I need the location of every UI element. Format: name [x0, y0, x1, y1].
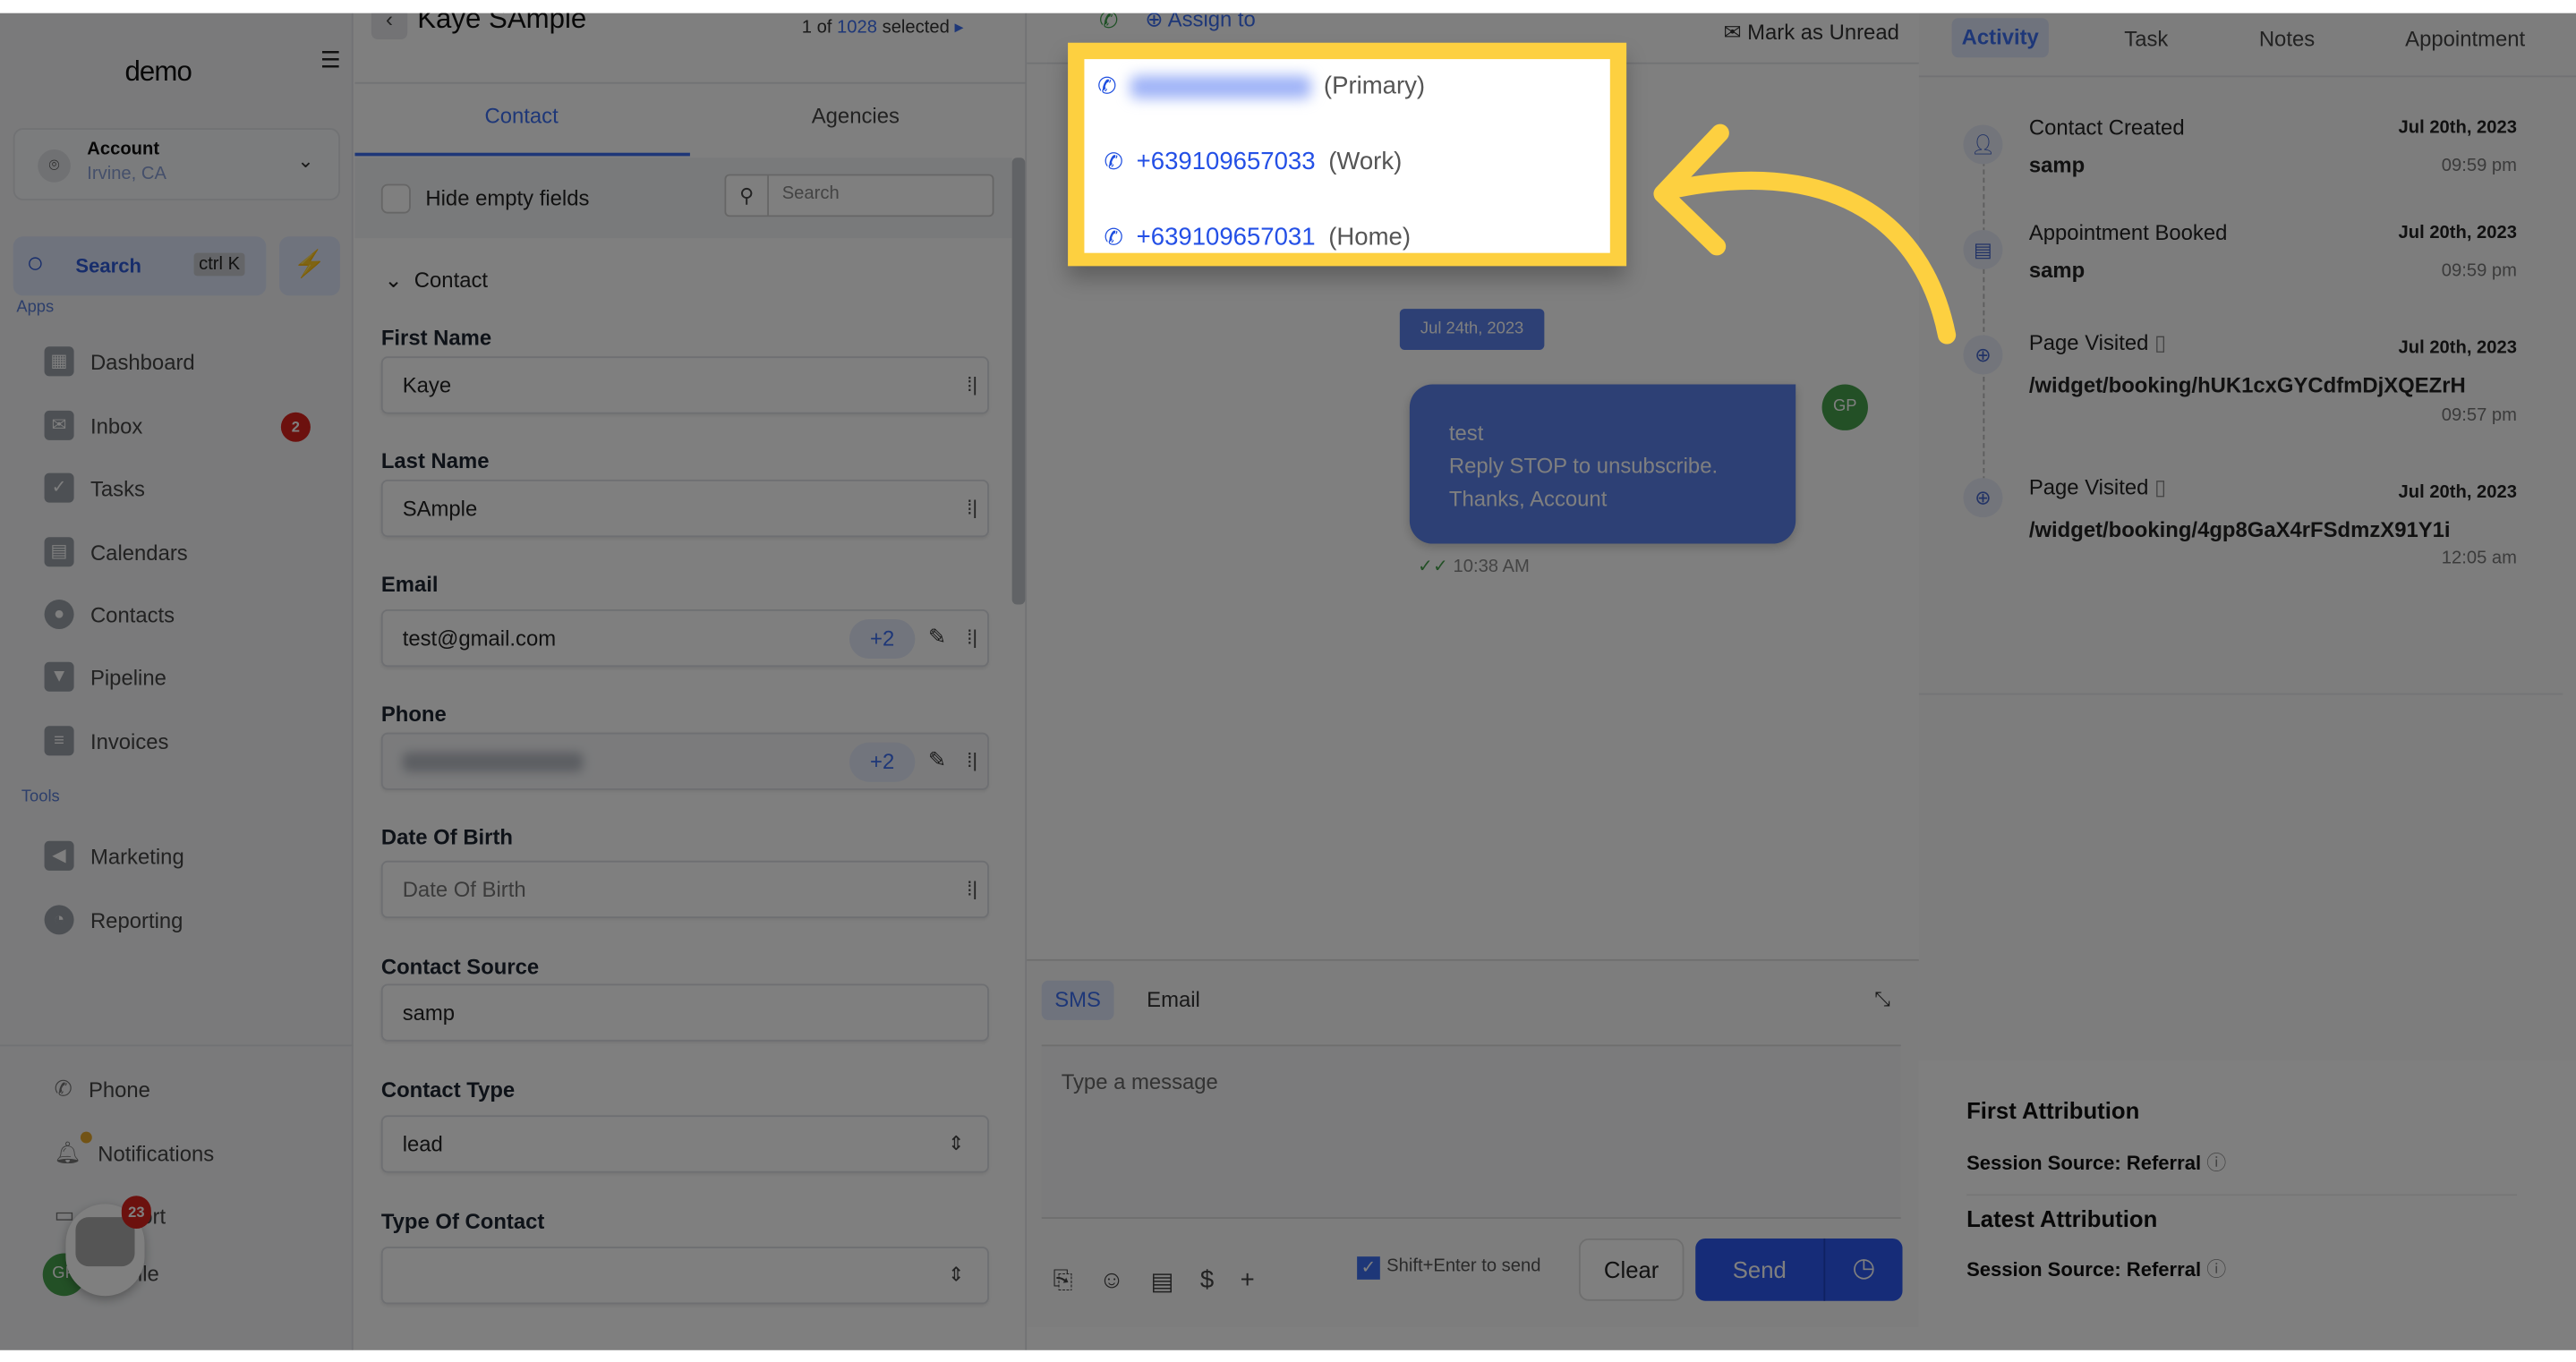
arrow-curve — [1658, 171, 1957, 345]
highlight-arrow — [1653, 123, 1957, 345]
screen: demo ☰ ⌾ Account Irvine, CA ⌄ ○ Search c… — [0, 0, 2576, 1362]
